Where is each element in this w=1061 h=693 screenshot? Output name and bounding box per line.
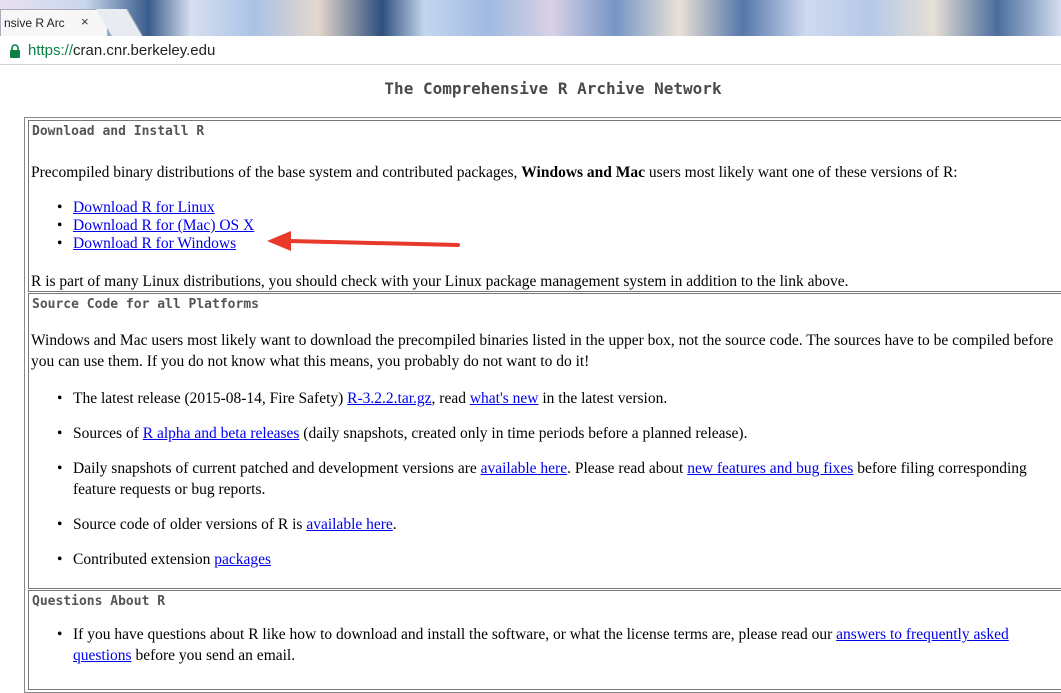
browser-tab[interactable]: nsive R Arc × <box>0 9 108 36</box>
item-text: Contributed extension <box>73 551 215 568</box>
download-footer: R is part of many Linux distributions, y… <box>31 273 849 290</box>
section-heading: Download and Install R <box>32 124 205 139</box>
tab-title: nsive R Arc <box>4 16 65 30</box>
list-item: Download R for (Mac) OS X <box>31 217 254 235</box>
source-section: Source Code for all Platforms Windows an… <box>28 293 1061 589</box>
intro-text-end: users most likely want one of these vers… <box>645 164 958 181</box>
item-text: in the latest version. <box>538 390 668 407</box>
older-versions-link[interactable]: available here <box>306 516 392 533</box>
list-item: Contributed extension packages <box>31 549 1061 570</box>
section-heading: Questions About R <box>32 594 166 609</box>
new-features-link[interactable]: new features and bug fixes <box>687 460 853 477</box>
source-intro: Windows and Mac users most likely want t… <box>31 332 1054 370</box>
list-item: Download R for Windows <box>31 235 254 253</box>
list-item: Source code of older versions of R is av… <box>31 514 1061 535</box>
item-text: . <box>392 516 397 533</box>
list-item: The latest release (2015-08-14, Fire Saf… <box>31 388 1061 409</box>
url-text[interactable]: https://cran.cnr.berkeley.edu <box>28 42 215 59</box>
red-arrow-icon <box>267 231 460 251</box>
item-text: If you have questions about R like how t… <box>73 626 837 643</box>
item-text: . Please read about <box>567 460 688 477</box>
packages-link[interactable]: packages <box>214 551 271 568</box>
item-text: The latest release (2015-08-14, Fire Saf… <box>73 390 348 407</box>
intro-bold-text: Windows and Mac <box>521 164 646 181</box>
list-item: Download R for Linux <box>31 199 254 217</box>
alpha-beta-link[interactable]: R alpha and beta releases <box>143 425 300 442</box>
download-macos-link[interactable]: Download R for (Mac) OS X <box>73 217 254 234</box>
tab-close-icon[interactable]: × <box>81 14 89 29</box>
lock-icon <box>10 44 20 58</box>
whats-new-link[interactable]: what's new <box>470 390 539 407</box>
url-scheme: https:// <box>28 42 74 59</box>
address-bar[interactable]: https://cran.cnr.berkeley.edu <box>0 36 1061 65</box>
list-item: Sources of R alpha and beta releases (da… <box>31 423 1061 444</box>
download-windows-link[interactable]: Download R for Windows <box>73 235 236 252</box>
item-text: Sources of <box>73 425 143 442</box>
section-heading: Source Code for all Platforms <box>32 297 259 312</box>
list-item: Daily snapshots of current patched and d… <box>31 458 1061 500</box>
download-linux-link[interactable]: Download R for Linux <box>73 199 215 216</box>
questions-section: Questions About R If you have questions … <box>28 590 1061 690</box>
intro-text: Precompiled binary distributions of the … <box>31 164 522 181</box>
download-intro: Precompiled binary distributions of the … <box>31 162 958 183</box>
tab-strip: nsive R Arc × <box>0 0 1061 36</box>
content-frame: Download and Install R Precompiled binar… <box>24 117 1061 693</box>
item-text: , read <box>431 390 470 407</box>
item-text: Source code of older versions of R is <box>73 516 307 533</box>
url-host: cran.cnr.berkeley.edu <box>73 42 216 59</box>
snapshots-link[interactable]: available here <box>481 460 567 477</box>
page-title: The Comprehensive R Archive Network <box>384 79 722 98</box>
item-text: Daily snapshots of current patched and d… <box>73 460 481 477</box>
item-text: (daily snapshots, created only in time p… <box>299 425 748 442</box>
r-tarball-link[interactable]: R-3.2.2.tar.gz <box>347 390 431 407</box>
download-section: Download and Install R Precompiled binar… <box>28 120 1061 292</box>
download-links: Download R for Linux Download R for (Mac… <box>31 199 254 253</box>
item-text: before you send an email. <box>131 647 296 664</box>
list-item: If you have questions about R like how t… <box>31 624 1061 666</box>
